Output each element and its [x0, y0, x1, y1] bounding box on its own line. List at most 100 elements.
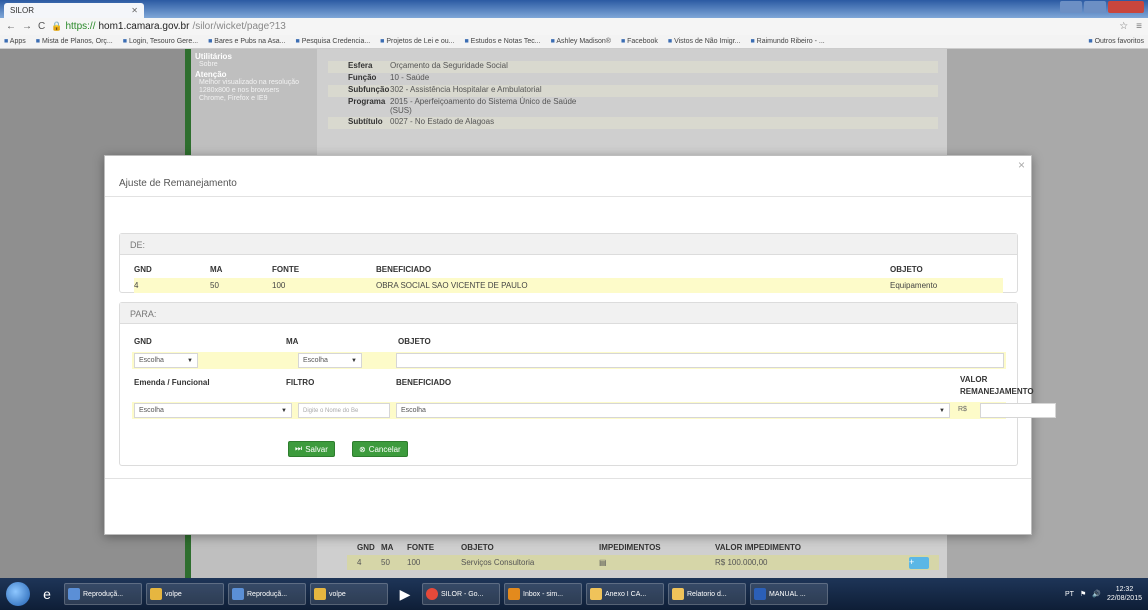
info-value: 10 - Saúde — [390, 73, 430, 82]
system-tray: PT ⚑ 🔊 12:32 22/08/2015 — [1065, 585, 1148, 603]
impediments-table: GND MA FONTE OBJETO IMPEDIMENTOS VALOR I… — [347, 540, 939, 570]
emenda-label: Emenda / Funcional — [134, 378, 210, 387]
reload-icon[interactable]: C — [38, 21, 45, 32]
sidebar-heading-atencao: Atenção — [195, 70, 227, 79]
other-bookmarks[interactable]: Outros favoritos — [1088, 38, 1144, 45]
url-field[interactable]: 🔒 https://hom1.camara.gov.br/silor/wicke… — [51, 21, 286, 32]
bookmark-item[interactable]: Mista de Planos, Orç... — [36, 38, 113, 45]
bookmark-item[interactable]: Login, Tesouro Gere... — [123, 38, 198, 45]
internet-explorer-icon[interactable]: e — [34, 583, 60, 605]
mail-icon — [590, 588, 602, 600]
info-key: Programa — [348, 97, 386, 106]
start-button[interactable] — [6, 582, 30, 606]
windows-taskbar: e Reproduçã... volpe Reproduçã... volpe … — [0, 578, 1148, 610]
menu-icon[interactable]: ≡ — [1136, 21, 1142, 32]
word-icon — [754, 588, 766, 600]
beneficiado-select[interactable]: Escolha ▼ — [396, 403, 950, 418]
objeto-input[interactable] — [396, 353, 1004, 368]
window-icon — [68, 588, 80, 600]
taskbar-item-label: MANUAL ... — [769, 590, 806, 598]
save-button-label: Salvar — [305, 444, 328, 454]
sidebar-heading-utilitarios: Utilitários — [195, 52, 232, 61]
info-key: Subfunção — [348, 85, 390, 94]
taskbar-item[interactable]: MANUAL ... — [750, 583, 828, 605]
de-panel: DE: GND MA FONTE BENEFICIADO OBJETO 4 50… — [119, 233, 1018, 293]
sidebar-notice-text: Melhor visualizado na resolução 1280x800… — [199, 79, 299, 102]
column-header: FONTE — [272, 265, 300, 274]
filtro-input[interactable]: Digite o Nome do Be — [298, 403, 390, 418]
language-indicator[interactable]: PT — [1065, 591, 1074, 598]
taskbar-item[interactable]: volpe — [146, 583, 224, 605]
column-header: GND — [357, 543, 375, 552]
beneficiado-label: BENEFICIADO — [396, 378, 452, 387]
taskbar-item[interactable]: volpe — [310, 583, 388, 605]
valor-remanejamento-input[interactable] — [980, 403, 1056, 418]
document-icon[interactable]: ▤ — [599, 558, 715, 567]
bookmark-item[interactable]: Estudos e Notas Tec... — [464, 38, 541, 45]
info-key: Subtítulo — [348, 117, 383, 126]
window-controls — [1060, 1, 1144, 13]
lock-icon: 🔒 — [51, 21, 63, 31]
column-header: GND — [134, 265, 152, 274]
flag-icon[interactable]: ⚑ — [1080, 590, 1086, 598]
add-button[interactable]: + — [909, 556, 929, 569]
forward-icon[interactable]: → — [22, 21, 32, 32]
star-icon[interactable]: ☆ — [1119, 21, 1128, 32]
ma-select[interactable]: Escolha ▼ — [298, 353, 362, 368]
tab-close-icon[interactable]: ✕ — [131, 6, 138, 15]
bookmark-item[interactable]: Bares e Pubs na Asa... — [208, 38, 285, 45]
filtro-label: FILTRO — [286, 378, 315, 387]
bookmark-item[interactable]: Ashley Madison® — [551, 38, 611, 45]
bookmark-item[interactable]: Raimundo Ribeiro - ... — [750, 38, 825, 45]
bookmark-item[interactable]: Apps — [4, 38, 26, 45]
taskbar-item[interactable]: Reproduçã... — [228, 583, 306, 605]
ma-select-value: Escolha — [303, 357, 328, 364]
remanejamento-modal: × Ajuste de Remanejamento DE: GND MA FON… — [104, 155, 1056, 535]
sidebar-item-sobre[interactable]: Sobre — [195, 61, 313, 69]
taskbar-item[interactable]: Anexo I CA... — [586, 583, 664, 605]
browser-tab[interactable]: SILOR ✕ — [4, 3, 144, 18]
url-path: /silor/wicket/page?13 — [192, 21, 286, 32]
info-value: Orçamento da Seguridade Social — [390, 61, 508, 70]
de-table-header: GND MA FONTE BENEFICIADO OBJETO — [134, 262, 1003, 277]
minimize-button[interactable] — [1060, 1, 1083, 13]
outlook-icon — [508, 588, 520, 600]
column-header: IMPEDIMENTOS — [599, 543, 661, 552]
bookmark-item[interactable]: Vistos de Não Imigr... — [668, 38, 740, 45]
bookmark-item[interactable]: Pesquisa Credencia... — [296, 38, 370, 45]
table-cell: 50 — [210, 281, 219, 290]
taskbar-item[interactable]: SILOR - Go... — [422, 583, 500, 605]
clock-time: 12:32 — [1115, 586, 1134, 593]
info-panel: Esfera Orçamento da Seguridade Social Fun… — [328, 61, 938, 129]
clock[interactable]: 12:32 22/08/2015 — [1107, 585, 1142, 603]
chevron-down-icon: ▼ — [939, 407, 945, 414]
close-window-button[interactable] — [1108, 1, 1144, 13]
media-player-icon[interactable]: ▶ — [392, 583, 418, 605]
column-header: OBJETO — [890, 265, 923, 274]
folder-icon — [314, 588, 326, 600]
save-button[interactable]: ⏭ Salvar — [288, 441, 335, 457]
table-cell: Equipamento — [890, 281, 938, 290]
objeto-label: OBJETO — [398, 337, 431, 346]
column-header: VALOR IMPEDIMENTO — [715, 543, 801, 552]
tab-title: SILOR — [10, 6, 35, 15]
taskbar-item[interactable]: Inbox - sim... — [504, 583, 582, 605]
taskbar-item-label: SILOR - Go... — [441, 590, 484, 598]
taskbar-item[interactable]: Relatorio d... — [668, 583, 746, 605]
mail-icon — [672, 588, 684, 600]
volume-icon[interactable]: 🔊 — [1092, 590, 1101, 598]
cancel-button[interactable]: ⊗ Cancelar — [352, 441, 408, 457]
taskbar-item-label: Anexo I CA... — [605, 590, 647, 598]
column-header: BENEFICIADO — [376, 265, 432, 274]
maximize-button[interactable] — [1084, 1, 1107, 13]
gnd-select[interactable]: Escolha ▼ — [134, 353, 198, 368]
taskbar-item[interactable]: Reproduçã... — [64, 583, 142, 605]
de-table-row: 4 50 100 OBRA SOCIAL SAO VICENTE DE PAUL… — [134, 278, 1003, 293]
emenda-select[interactable]: Escolha ▼ — [134, 403, 292, 418]
bookmark-item[interactable]: Facebook — [621, 38, 658, 45]
window-icon — [232, 588, 244, 600]
close-icon[interactable]: × — [1018, 158, 1025, 172]
para-panel-heading: PARA: — [120, 303, 1017, 324]
back-icon[interactable]: ← — [6, 21, 16, 32]
bookmark-item[interactable]: Projetos de Lei e ou... — [380, 38, 454, 45]
